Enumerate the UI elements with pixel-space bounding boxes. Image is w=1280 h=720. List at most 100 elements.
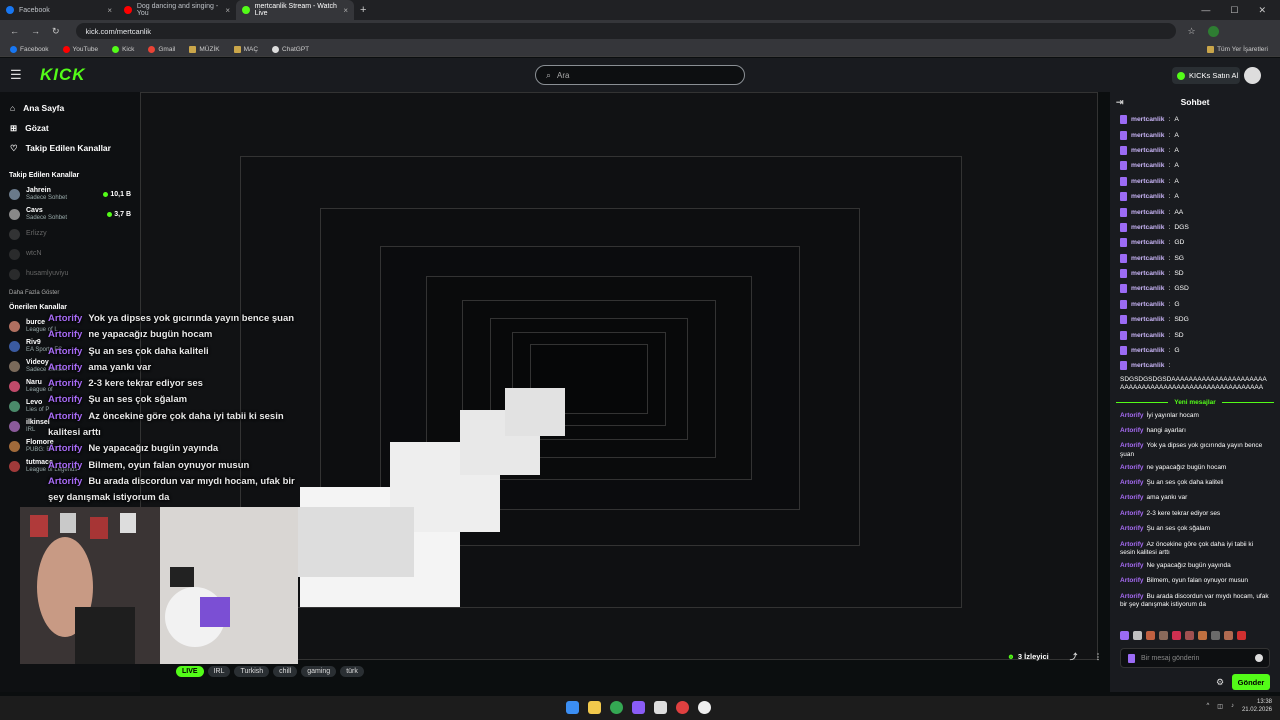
network-icon[interactable]: ◫ xyxy=(1217,703,1223,710)
emote-icon[interactable] xyxy=(1133,631,1142,640)
chat-message-input[interactable]: Bir mesaj gönderin xyxy=(1120,648,1270,668)
bookmark-kick[interactable]: Kick xyxy=(112,45,134,53)
chat-username[interactable]: mertcanlik xyxy=(1131,162,1164,169)
chat-username[interactable]: Artorify xyxy=(1120,427,1143,434)
volume-icon[interactable]: ♪ xyxy=(1231,703,1234,709)
emoji-picker-icon[interactable] xyxy=(1255,654,1263,662)
tag-gaming[interactable]: gaming xyxy=(301,666,337,677)
tag-turk[interactable]: türk xyxy=(340,666,364,677)
sidebar-item-home[interactable]: ⌂ Ana Sayfa xyxy=(0,98,140,118)
chat-username[interactable]: Artorify xyxy=(1120,464,1143,471)
search-input[interactable]: ⌕ Ara xyxy=(535,65,745,85)
bookmark-muzik[interactable]: MÜZİK xyxy=(189,45,220,53)
chat-username[interactable]: mertcanlik xyxy=(1131,239,1164,246)
show-more-link[interactable]: Daha Fazla Göster xyxy=(0,290,140,296)
close-window-icon[interactable]: ✕ xyxy=(1258,5,1266,16)
close-tab-icon[interactable]: × xyxy=(343,6,348,15)
app-icon[interactable] xyxy=(632,701,645,714)
channel-item[interactable]: Cavs Sadece Sohbet 3,7 B xyxy=(0,204,140,224)
chat-username[interactable]: Artorify xyxy=(1120,479,1143,486)
chat-username[interactable]: Artorify xyxy=(1120,494,1143,501)
chat-username[interactable]: mertcanlik xyxy=(1131,362,1164,369)
tray-chevron-icon[interactable]: ^ xyxy=(1206,703,1209,709)
chat-username[interactable]: mertcanlik xyxy=(1131,285,1164,292)
sidebar-item-following[interactable]: ♡ Takip Edilen Kanallar xyxy=(0,138,140,158)
share-icon[interactable]: ⤴ xyxy=(1070,651,1078,662)
chat-settings-icon[interactable]: ⚙ xyxy=(1216,677,1224,688)
chat-username[interactable]: Artorify xyxy=(1120,562,1143,569)
tag-chill[interactable]: chill xyxy=(273,666,298,677)
chat-username[interactable]: mertcanlik xyxy=(1131,132,1164,139)
new-tab-button[interactable]: + xyxy=(360,4,366,16)
forward-icon[interactable]: → xyxy=(31,26,40,37)
reload-icon[interactable]: ↻ xyxy=(52,26,60,37)
emote-icon[interactable] xyxy=(1159,631,1168,640)
clock[interactable]: 13:38 21.02.2026 xyxy=(1242,698,1272,714)
minimize-icon[interactable]: — xyxy=(1201,5,1210,16)
bookmark-facebook[interactable]: Facebook xyxy=(10,45,49,53)
url-input[interactable]: kick.com/mertcanlik xyxy=(75,23,1176,39)
chat-username[interactable]: Artorify xyxy=(1120,510,1143,517)
star-icon[interactable]: ☆ xyxy=(1188,26,1196,37)
chat-username[interactable]: mertcanlik xyxy=(1131,147,1164,154)
chat-username[interactable]: Artorify xyxy=(1120,593,1143,600)
chat-username[interactable]: mertcanlik xyxy=(1131,270,1164,277)
emote-icon[interactable] xyxy=(1185,631,1194,640)
user-avatar[interactable] xyxy=(1244,67,1261,84)
sidebar-item-browse[interactable]: ⊞ Gözat xyxy=(0,118,140,138)
chat-username[interactable]: Artorify xyxy=(1120,577,1143,584)
emote-icon[interactable] xyxy=(1172,631,1181,640)
chat-username[interactable]: mertcanlik xyxy=(1131,178,1164,185)
chat-username[interactable]: mertcanlik xyxy=(1131,347,1164,354)
close-tab-icon[interactable]: × xyxy=(225,6,230,15)
chat-username[interactable]: mertcanlik xyxy=(1131,316,1164,323)
chat-username[interactable]: mertcanlik xyxy=(1131,209,1164,216)
chat-username[interactable]: Artorify xyxy=(1120,525,1143,532)
start-icon[interactable] xyxy=(566,701,579,714)
app-icon[interactable] xyxy=(676,701,689,714)
emote-icon[interactable] xyxy=(1237,631,1246,640)
channel-item[interactable]: Jahrein Sadece Sohbet 10,1 B xyxy=(0,184,140,204)
chat-username[interactable]: mertcanlik xyxy=(1131,301,1164,308)
bookmark-youtube[interactable]: YouTube xyxy=(62,45,98,53)
emote-icon[interactable] xyxy=(1224,631,1233,640)
kick-logo[interactable]: KICK xyxy=(40,65,86,85)
channel-item[interactable]: Erlizzy xyxy=(0,224,140,244)
tab-youtube[interactable]: Dog dancing and singing - You × xyxy=(118,0,236,20)
channel-item[interactable]: wtcN xyxy=(0,244,140,264)
chat-username[interactable]: mertcanlik xyxy=(1131,116,1164,123)
tag-turkish[interactable]: Turkish xyxy=(234,666,270,677)
channel-item[interactable]: husamlyuviyu xyxy=(0,264,140,284)
bookmark-gmail[interactable]: Gmail xyxy=(148,45,175,53)
tab-facebook[interactable]: Facebook × xyxy=(0,0,118,20)
tab-kick[interactable]: mertcanlik Stream - Watch Live × xyxy=(236,0,354,20)
send-button[interactable]: Gönder xyxy=(1232,674,1270,690)
chat-username[interactable]: mertcanlik xyxy=(1131,193,1164,200)
profile-icon[interactable] xyxy=(1207,25,1219,37)
back-icon[interactable]: ← xyxy=(10,26,19,37)
close-tab-icon[interactable]: × xyxy=(107,6,112,15)
more-options-icon[interactable]: ⋮ xyxy=(1094,652,1102,661)
emote-icon[interactable] xyxy=(1211,631,1220,640)
bookmark-mac[interactable]: MAÇ xyxy=(233,45,258,53)
chat-username[interactable]: Artorify xyxy=(1120,412,1143,419)
buy-kicks-button[interactable]: KICKs Satın Al xyxy=(1172,67,1240,84)
tag-irl[interactable]: IRL xyxy=(207,666,231,677)
collapse-chat-icon[interactable]: ⇥ xyxy=(1116,97,1124,108)
chat-username[interactable]: mertcanlik xyxy=(1131,224,1164,231)
file-explorer-icon[interactable] xyxy=(588,701,601,714)
chat-username[interactable]: mertcanlik xyxy=(1131,332,1164,339)
chat-username[interactable]: Artorify xyxy=(1120,541,1143,548)
app-icon[interactable] xyxy=(654,701,667,714)
emote-icon[interactable] xyxy=(1198,631,1207,640)
emote-icon[interactable] xyxy=(1146,631,1155,640)
menu-icon[interactable]: ☰ xyxy=(10,67,26,83)
chat-username[interactable]: Artorify xyxy=(1120,442,1143,449)
emote-icon[interactable] xyxy=(1120,631,1129,640)
chrome-icon[interactable] xyxy=(610,701,623,714)
bookmark-chatgpt[interactable]: ChatGPT xyxy=(272,45,309,53)
chat-username[interactable]: mertcanlik xyxy=(1131,255,1164,262)
maximize-icon[interactable]: ☐ xyxy=(1230,5,1238,16)
all-bookmarks[interactable]: Tüm Yer İşaretleri xyxy=(1207,45,1280,53)
app-icon[interactable] xyxy=(698,701,711,714)
